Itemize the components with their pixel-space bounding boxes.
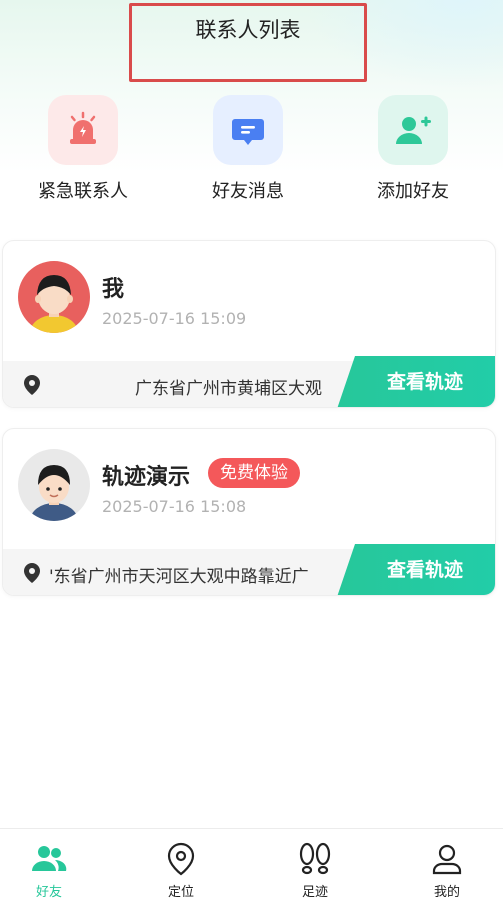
friends-icon	[9, 841, 89, 877]
avatar	[18, 449, 90, 521]
contact-card[interactable]: 我 2025-07-16 15:09 广东省广州市黄埔区大观 查看轨迹	[2, 240, 496, 408]
tab-label: 好友	[35, 885, 62, 900]
message-icon	[213, 95, 283, 165]
avatar	[18, 261, 90, 333]
tab-label: 定位	[167, 885, 194, 900]
location-pin-icon	[23, 374, 41, 400]
tab-label: 足迹	[301, 885, 328, 900]
tab-friends[interactable]: 好友	[9, 841, 89, 900]
contact-address: '东省广州市天河区大观中路靠近广	[49, 567, 309, 587]
alarm-light-icon	[48, 95, 118, 165]
view-track-button[interactable]: 查看轨迹	[337, 356, 495, 407]
contact-name: 我	[102, 277, 125, 302]
quick-action-label: 添加好友	[377, 181, 449, 202]
location-pin-icon	[23, 562, 41, 588]
tab-mine[interactable]: 我的	[407, 841, 487, 900]
profile-icon	[407, 841, 487, 877]
contact-address: 广东省广州市黄埔区大观	[135, 379, 322, 399]
page-title: 联系人列表	[195, 18, 301, 42]
contact-time: 2025-07-16 15:08	[102, 497, 247, 516]
tab-footprints[interactable]: 足迹	[275, 841, 355, 900]
bottom-tab-bar: 好友 定位 足迹 我的	[0, 828, 503, 900]
contact-name: 轨迹演示	[102, 465, 191, 490]
quick-action-label: 紧急联系人	[38, 181, 128, 202]
add-friend-button[interactable]: 添加好友	[343, 95, 483, 203]
tab-label: 我的	[433, 885, 460, 900]
location-pin-icon	[141, 841, 221, 877]
footprints-icon	[275, 841, 355, 877]
contact-time: 2025-07-16 15:09	[102, 309, 247, 328]
add-user-icon	[378, 95, 448, 165]
tab-location[interactable]: 定位	[141, 841, 221, 900]
friend-messages-button[interactable]: 好友消息	[178, 95, 318, 203]
emergency-contacts-button[interactable]: 紧急联系人	[13, 95, 153, 203]
free-trial-badge: 免费体验	[208, 458, 300, 488]
view-track-button[interactable]: 查看轨迹	[337, 544, 495, 595]
quick-action-label: 好友消息	[212, 181, 284, 202]
contact-card[interactable]: 轨迹演示 免费体验 2025-07-16 15:08 '东省广州市天河区大观中路…	[2, 428, 496, 596]
